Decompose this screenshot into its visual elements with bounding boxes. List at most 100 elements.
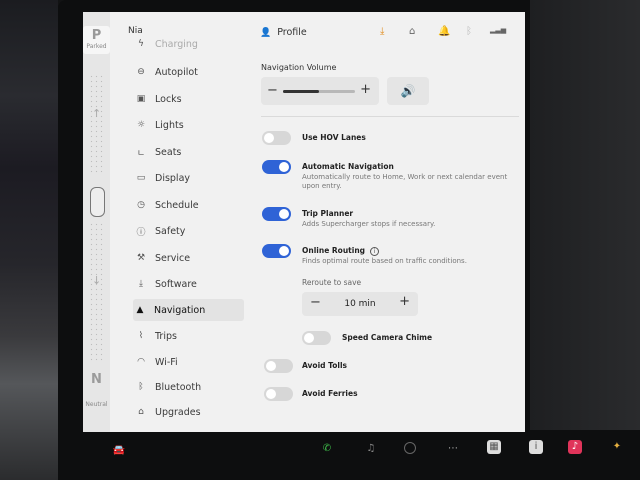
sidebar-item-service[interactable]: ⚒ Service [134,247,244,269]
reroute-stepper: − 10 min + [302,292,418,316]
download-icon: ⤓ [139,279,143,289]
automatic-navigation-toggle[interactable] [262,160,291,174]
toggle-knob [279,162,289,172]
arrow-down-icon: ↓ [92,274,102,287]
sidebar-item-bluetooth[interactable]: ᛒ Bluetooth [134,376,244,398]
sidebar-item-label: Wi-Fi [155,356,178,368]
sidebar-item-software[interactable]: ⤓ Software [134,273,244,295]
sidebar-item-upgrades[interactable]: ⌂ Upgrades [134,401,244,423]
bell-icon[interactable]: 🔔 [438,26,450,37]
phone-icon[interactable]: ✆ [320,442,334,456]
sidebar-item-safety[interactable]: ⓘ Safety [134,220,244,242]
sidebar-item-label: Schedule [155,199,199,211]
trip-planner-toggle[interactable] [262,207,291,221]
sidebar-item-label: Navigation [154,304,206,316]
speaker-icon: 🔊 [400,84,416,98]
trips-icon: ⌇ [138,331,144,341]
sidebar-item-label: Seats [155,146,182,158]
wrench-icon: ⚒ [136,253,146,263]
volume-down-button[interactable]: − [267,83,278,98]
info-icon[interactable]: i [370,246,380,256]
sun-icon: ☼ [136,120,146,130]
sidebar-item-label: Trips [155,330,177,342]
sidebar-item-label: Charging [155,38,198,50]
hov-lanes-label: Use HOV Lanes [302,133,366,142]
gear-park-letter: P [91,28,102,43]
online-routing-description: Finds optimal route based on traffic con… [302,257,467,265]
bottom-dock [58,432,640,480]
top-status-bar: 👤 Profile ⤓ ⌂ 🔔 ᛒ ▂▃▅ [252,12,525,52]
section-divider [261,116,519,117]
sidebar-item-label: Software [155,278,197,290]
sidebar-item-lights[interactable]: ☼ Lights [134,114,244,136]
background-photo-left [0,0,58,480]
bluetooth-icon[interactable]: ᛒ [466,26,472,37]
online-routing-title: Online Routing i [302,246,380,256]
lock-icon: ▣ [136,94,146,104]
home-icon[interactable]: ⌂ [409,26,415,37]
bag-icon: ⌂ [138,407,144,417]
sidebar-item-seats[interactable]: ㄴ Seats [134,141,244,163]
gear-neutral[interactable]: N Neutral [83,372,110,408]
sidebar-item-wifi[interactable]: ◠ Wi-Fi [134,351,244,373]
sidebar-item-locks[interactable]: ▣ Locks [134,88,244,110]
navigation-arrow-icon: ▲ [136,305,144,315]
arrow-up-icon: ↑ [92,107,102,120]
car-icon[interactable] [90,187,105,217]
toggle-knob [304,333,314,343]
sidebar-item-charging[interactable]: ϟ Charging [134,34,244,54]
gear-selector-strip[interactable]: P Parked ↑ ↓ N Neutral [83,12,110,432]
alert-icon: ⓘ [136,227,146,238]
avoid-tolls-label: Avoid Tolls [302,361,348,370]
toggle-knob [266,389,276,399]
person-icon: 👤 [260,27,272,38]
avoid-ferries-toggle[interactable] [264,387,293,401]
sidebar-item-schedule[interactable]: ◷ Schedule [134,194,244,216]
avoid-tolls-toggle[interactable] [264,359,293,373]
sidebar-item-label: Safety [155,225,186,237]
gear-drag-dots-bottom [89,222,104,362]
sidebar-item-label: Display [155,172,191,184]
sidebar-item-display[interactable]: ▭ Display [134,167,244,189]
toggle-knob [279,246,289,256]
clock-icon: ◷ [137,200,145,210]
download-icon[interactable]: ⤓ [380,26,384,37]
camera-icon[interactable] [404,442,416,454]
navigation-settings-panel: 👤 Profile ⤓ ⌂ 🔔 ᛒ ▂▃▅ Navigation Volume … [252,12,525,432]
sidebar-item-navigation[interactable]: ▲ Navigation [133,299,244,321]
speaker-mute-button[interactable]: 🔊 [387,77,429,105]
reroute-label: Reroute to save [302,278,362,287]
toggle-knob [266,361,276,371]
online-routing-toggle[interactable] [262,244,291,258]
volume-slider[interactable] [283,90,355,93]
calendar-icon[interactable]: ▦ [487,440,501,454]
sidebar-item-label: Upgrades [155,406,201,418]
info-app-icon[interactable]: ⅰ [529,440,543,454]
settings-sidebar: Nia ϟ Charging ⊖ Autopilot ▣ Locks ☼ Lig… [112,12,252,432]
hov-lanes-toggle[interactable] [262,131,291,145]
trip-planner-label: Trip Planner [302,209,354,218]
reroute-increase-button[interactable]: + [399,294,410,309]
more-icon[interactable]: ⋯ [446,442,460,456]
car-icon[interactable]: 🚘 [110,444,128,458]
navigation-volume-control: − + [261,77,379,105]
signal-icon: ▂▃▅ [490,26,507,34]
speed-camera-chime-toggle[interactable] [302,331,331,345]
sidebar-item-trips[interactable]: ⌇ Trips [134,325,244,347]
navigation-volume-label: Navigation Volume [261,63,337,72]
gear-park-label: Parked [86,43,107,50]
volume-up-button[interactable]: + [360,82,371,97]
profile-label: Profile [277,27,307,38]
games-icon[interactable]: ✦ [610,440,624,454]
profile-button[interactable]: 👤 Profile [260,27,307,38]
gear-drag-dots-top [89,74,104,174]
gear-park[interactable]: P Parked [83,26,110,54]
toggle-knob [264,133,274,143]
speed-camera-chime-label: Speed Camera Chime [342,333,433,342]
sidebar-item-autopilot[interactable]: ⊖ Autopilot [134,61,244,83]
trip-planner-description: Adds Supercharger stops if necessary. [302,220,436,228]
music-icon[interactable]: ♫ [364,442,378,456]
toggle-knob [279,209,289,219]
music-app-icon[interactable]: ♪ [568,440,582,454]
automatic-navigation-description: Automatically route to Home, Work or nex… [302,173,508,190]
